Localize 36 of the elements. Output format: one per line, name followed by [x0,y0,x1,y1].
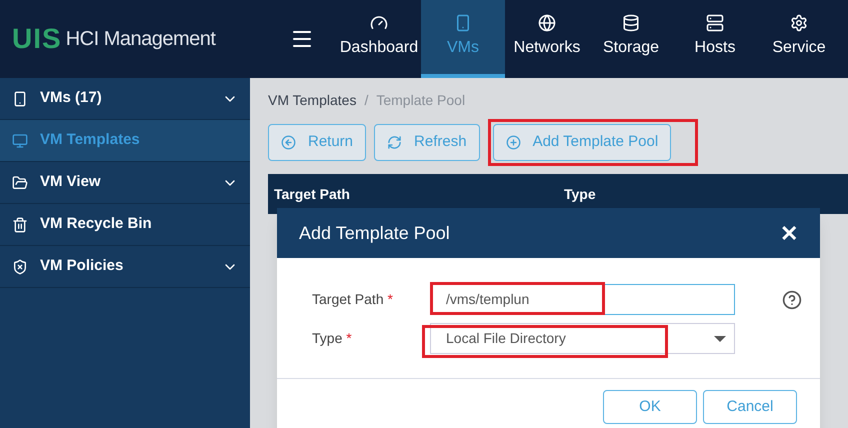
database-icon [622,14,640,32]
close-button[interactable]: ✕ [780,216,798,250]
breadcrumb-item: / [364,90,368,110]
refresh-icon [387,134,402,150]
nav-tab[interactable]: Networks [505,0,589,78]
nav-tab[interactable]: Hosts [673,0,757,78]
shield-icon [12,258,28,274]
dropdown-caret-icon [714,336,726,342]
plus-icon [506,134,521,150]
nav-tab[interactable]: Dashboard [337,0,421,78]
dialog-title: Add Template Pool [299,222,450,245]
help-icon[interactable] [782,290,802,310]
gauge-icon [370,14,388,32]
column-header: Type [563,184,597,204]
nav-tab[interactable]: Service [757,0,841,78]
settings-icon [790,14,808,32]
field-label: Type * [312,329,353,348]
back-icon [281,134,296,150]
folder-icon [12,174,28,190]
field-label: Target Path * [312,290,394,309]
trash-icon [12,216,28,232]
sidebar-item[interactable]: VM Recycle Bin [0,204,250,246]
globe-icon [538,14,556,32]
breadcrumb-item[interactable]: VM Templates [268,90,356,110]
phone-icon [12,90,28,106]
app-title: HCI Management [66,27,216,52]
column-header: Target Path [273,184,351,204]
phone-icon [454,14,472,32]
sidebar-item[interactable]: VM View [0,162,250,204]
server-icon [706,14,724,32]
sidebar-item[interactable]: VM Policies [0,246,250,288]
monitor-icon [12,132,28,148]
logo: UIS [12,22,62,56]
nav-tab[interactable]: Storage [589,0,673,78]
type-dropdown[interactable]: Local File Directory [430,323,735,354]
breadcrumb-item: Template Pool [376,90,466,110]
